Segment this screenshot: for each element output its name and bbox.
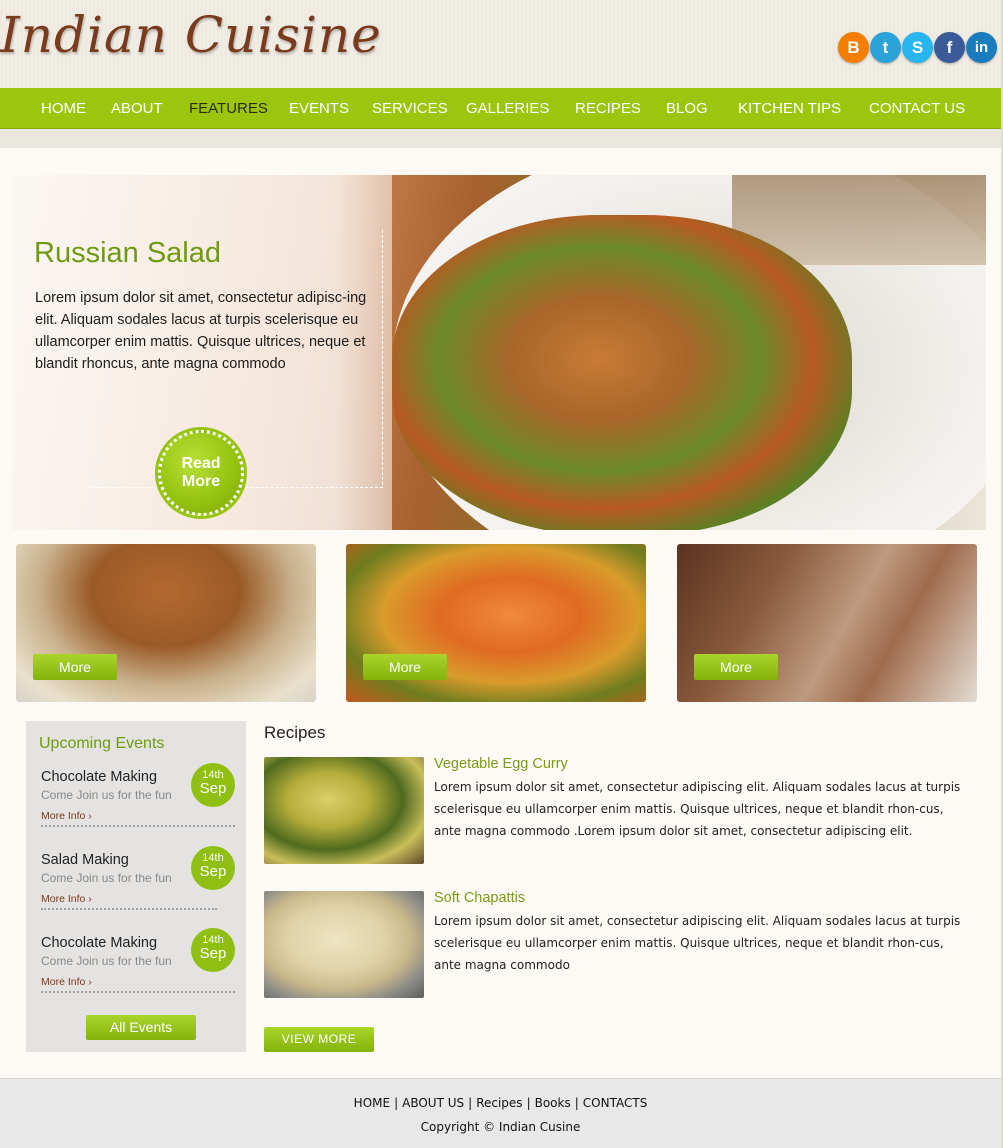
- event-more-info-link[interactable]: More Info ›: [41, 893, 236, 905]
- hero-title: Russian Salad: [34, 237, 221, 269]
- upcoming-events-panel: Upcoming Events Chocolate Making Come Jo…: [26, 721, 246, 1052]
- thumb-more-button[interactable]: More: [33, 654, 117, 680]
- hero-salad-image: [392, 215, 852, 530]
- event-date-badge: 14th Sep: [191, 928, 235, 972]
- footer-link-books[interactable]: Books: [535, 1096, 571, 1110]
- footer-link-about-us[interactable]: ABOUT US: [402, 1096, 464, 1110]
- nav-about[interactable]: ABOUT: [111, 100, 163, 117]
- nav-features[interactable]: FEATURES: [189, 100, 268, 117]
- nav-services[interactable]: SERVICES: [372, 100, 448, 117]
- recipe-image-vegetable-egg-curry[interactable]: [264, 757, 424, 864]
- thumb-more-button[interactable]: More: [363, 654, 447, 680]
- thumb-more-button[interactable]: More: [694, 654, 778, 680]
- footer-link-contacts[interactable]: CONTACTS: [583, 1096, 648, 1110]
- footer-separator: |: [468, 1096, 473, 1110]
- event-month: Sep: [199, 863, 227, 880]
- nav-recipes[interactable]: RECIPES: [575, 100, 641, 117]
- event-more-info-link[interactable]: More Info ›: [41, 810, 236, 822]
- read-more-button[interactable]: Read More: [158, 430, 244, 516]
- read-more-line2: More: [181, 473, 221, 490]
- recipe-title[interactable]: Soft Chapattis: [434, 890, 525, 906]
- read-more-line1: Read: [181, 455, 221, 472]
- footer-link-recipes[interactable]: Recipes: [476, 1096, 522, 1110]
- nav-contact-us[interactable]: CONTACT US: [869, 100, 965, 117]
- recipe-image-soft-chapattis[interactable]: [264, 891, 424, 998]
- footer: HOME | ABOUT US | Recipes | Books | CONTACTS Cop…: [0, 1078, 1001, 1148]
- event-date-badge: 14th Sep: [191, 846, 235, 890]
- blogger-icon[interactable]: B: [838, 32, 869, 63]
- event-separator: [41, 825, 235, 827]
- events-title: Upcoming Events: [39, 735, 165, 752]
- nav-kitchen-tips[interactable]: KITCHEN TIPS: [738, 100, 841, 117]
- event-separator: [41, 908, 217, 910]
- site-logo[interactable]: Indian Cuisine: [0, 6, 382, 64]
- recipes-heading: Recipes: [264, 723, 326, 742]
- footer-separator: |: [574, 1096, 579, 1110]
- thumb-vegetable-curry[interactable]: More: [346, 544, 646, 702]
- event-month: Sep: [199, 780, 227, 797]
- recipe-description: Lorem ipsum dolor sit amet, consectetur …: [434, 780, 961, 838]
- event-separator: [41, 991, 235, 993]
- main-nav: HOME ABOUT FEATURES EVENTS SERVICES GALL…: [0, 88, 1001, 129]
- thumb-chocolates[interactable]: More: [677, 544, 977, 702]
- skype-icon[interactable]: S: [902, 32, 933, 63]
- header: Indian Cuisine B t S f in: [0, 0, 1003, 88]
- event-more-info-link[interactable]: More Info ›: [41, 976, 236, 988]
- hero-slider: Russian Salad Lorem ipsum dolor sit amet…: [12, 175, 986, 530]
- nav-home[interactable]: HOME: [41, 100, 86, 117]
- recipe-title[interactable]: Vegetable Egg Curry: [434, 756, 568, 772]
- nav-galleries[interactable]: GALLERIES: [466, 100, 549, 117]
- facebook-icon[interactable]: f: [934, 32, 965, 63]
- hero-description: Lorem ipsum dolor sit amet, consectetur …: [35, 290, 367, 372]
- twitter-icon[interactable]: t: [870, 32, 901, 63]
- recipe-description: Lorem ipsum dolor sit amet, consectetur …: [434, 914, 961, 972]
- footer-separator: |: [526, 1096, 531, 1110]
- event-month: Sep: [199, 945, 227, 962]
- footer-link-home[interactable]: HOME: [354, 1096, 390, 1110]
- nav-blog[interactable]: BLOG: [666, 100, 708, 117]
- linkedin-icon[interactable]: in: [966, 32, 997, 63]
- all-events-button[interactable]: All Events: [86, 1015, 196, 1040]
- nav-events[interactable]: EVENTS: [289, 100, 349, 117]
- hero-dashed-divider: [382, 230, 383, 485]
- thumb-chickpea-curry[interactable]: More: [16, 544, 316, 702]
- view-more-button[interactable]: VIEW MORE: [264, 1027, 374, 1052]
- event-date-badge: 14th Sep: [191, 763, 235, 807]
- footer-links: HOME | ABOUT US | Recipes | Books | CONTACTS: [0, 1096, 1001, 1110]
- footer-separator: |: [394, 1096, 399, 1110]
- nav-shadow-band: [0, 129, 1001, 148]
- copyright-text: Copyright © Indian Cusine: [420, 1120, 581, 1134]
